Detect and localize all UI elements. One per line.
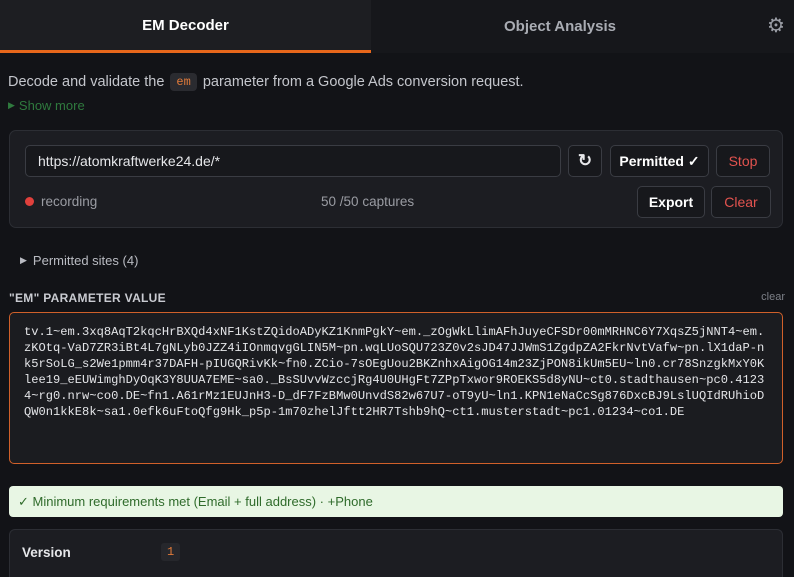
gear-icon[interactable]: ⚙ xyxy=(763,12,789,38)
version-value: 1 xyxy=(161,543,181,561)
caret-right-icon: ▶ xyxy=(20,255,27,265)
intro-after: parameter from a Google Ads conversion r… xyxy=(202,74,524,90)
url-pattern-input[interactable] xyxy=(25,145,561,177)
reload-icon: ↻ xyxy=(577,151,593,170)
captures-count: 50 xyxy=(321,194,337,209)
permitted-sites-label: Permitted sites (4) xyxy=(32,253,139,268)
reload-button[interactable]: ↻ xyxy=(568,145,602,177)
recorder-panel: ↻ Permitted ✓ Stop recording 50 /50 capt… xyxy=(9,130,783,228)
permitted-button[interactable]: Permitted ✓ xyxy=(610,145,709,177)
clear-param-link[interactable]: clear xyxy=(761,291,785,303)
captures-total: /50 captures xyxy=(339,194,415,209)
param-value-heading: "EM" PARAMETER VALUE xyxy=(9,291,166,305)
recording-status: recording xyxy=(41,194,98,209)
intro-before: Decode and validate the xyxy=(8,74,165,90)
clear-button[interactable]: Clear xyxy=(711,186,771,218)
recording-dot-icon xyxy=(25,197,34,206)
param-chip: em xyxy=(170,73,197,91)
intro-text: Decode and validate the em parameter fro… xyxy=(8,70,524,94)
param-value-textarea[interactable]: tv.1~em.3xq8AqT2kqcHrBXQd4xNF1KstZQidoAD… xyxy=(9,312,783,464)
captures-counter: 50 /50 captures xyxy=(321,194,414,209)
tab-em-decoder[interactable]: EM Decoder xyxy=(0,0,371,53)
version-row: Version 1 xyxy=(9,529,783,577)
version-label: Version xyxy=(22,545,71,560)
show-more-toggle[interactable]: ▶ Show more xyxy=(8,98,85,113)
tab-bar: EM Decoder Object Analysis ⚙ xyxy=(0,0,794,53)
stop-button[interactable]: Stop xyxy=(716,145,770,177)
export-button[interactable]: Export xyxy=(637,186,705,218)
tab-object-analysis[interactable]: Object Analysis xyxy=(371,0,749,53)
param-value-text: tv.1~em.3xq8AqT2kqcHrBXQd4xNF1KstZQidoAD… xyxy=(24,325,765,419)
caret-right-icon: ▶ xyxy=(8,100,15,110)
requirements-banner: ✓ Minimum requirements met (Email + full… xyxy=(9,486,783,517)
permitted-sites-toggle[interactable]: ▶ Permitted sites (4) xyxy=(20,253,138,268)
show-more-label: Show more xyxy=(18,98,85,113)
